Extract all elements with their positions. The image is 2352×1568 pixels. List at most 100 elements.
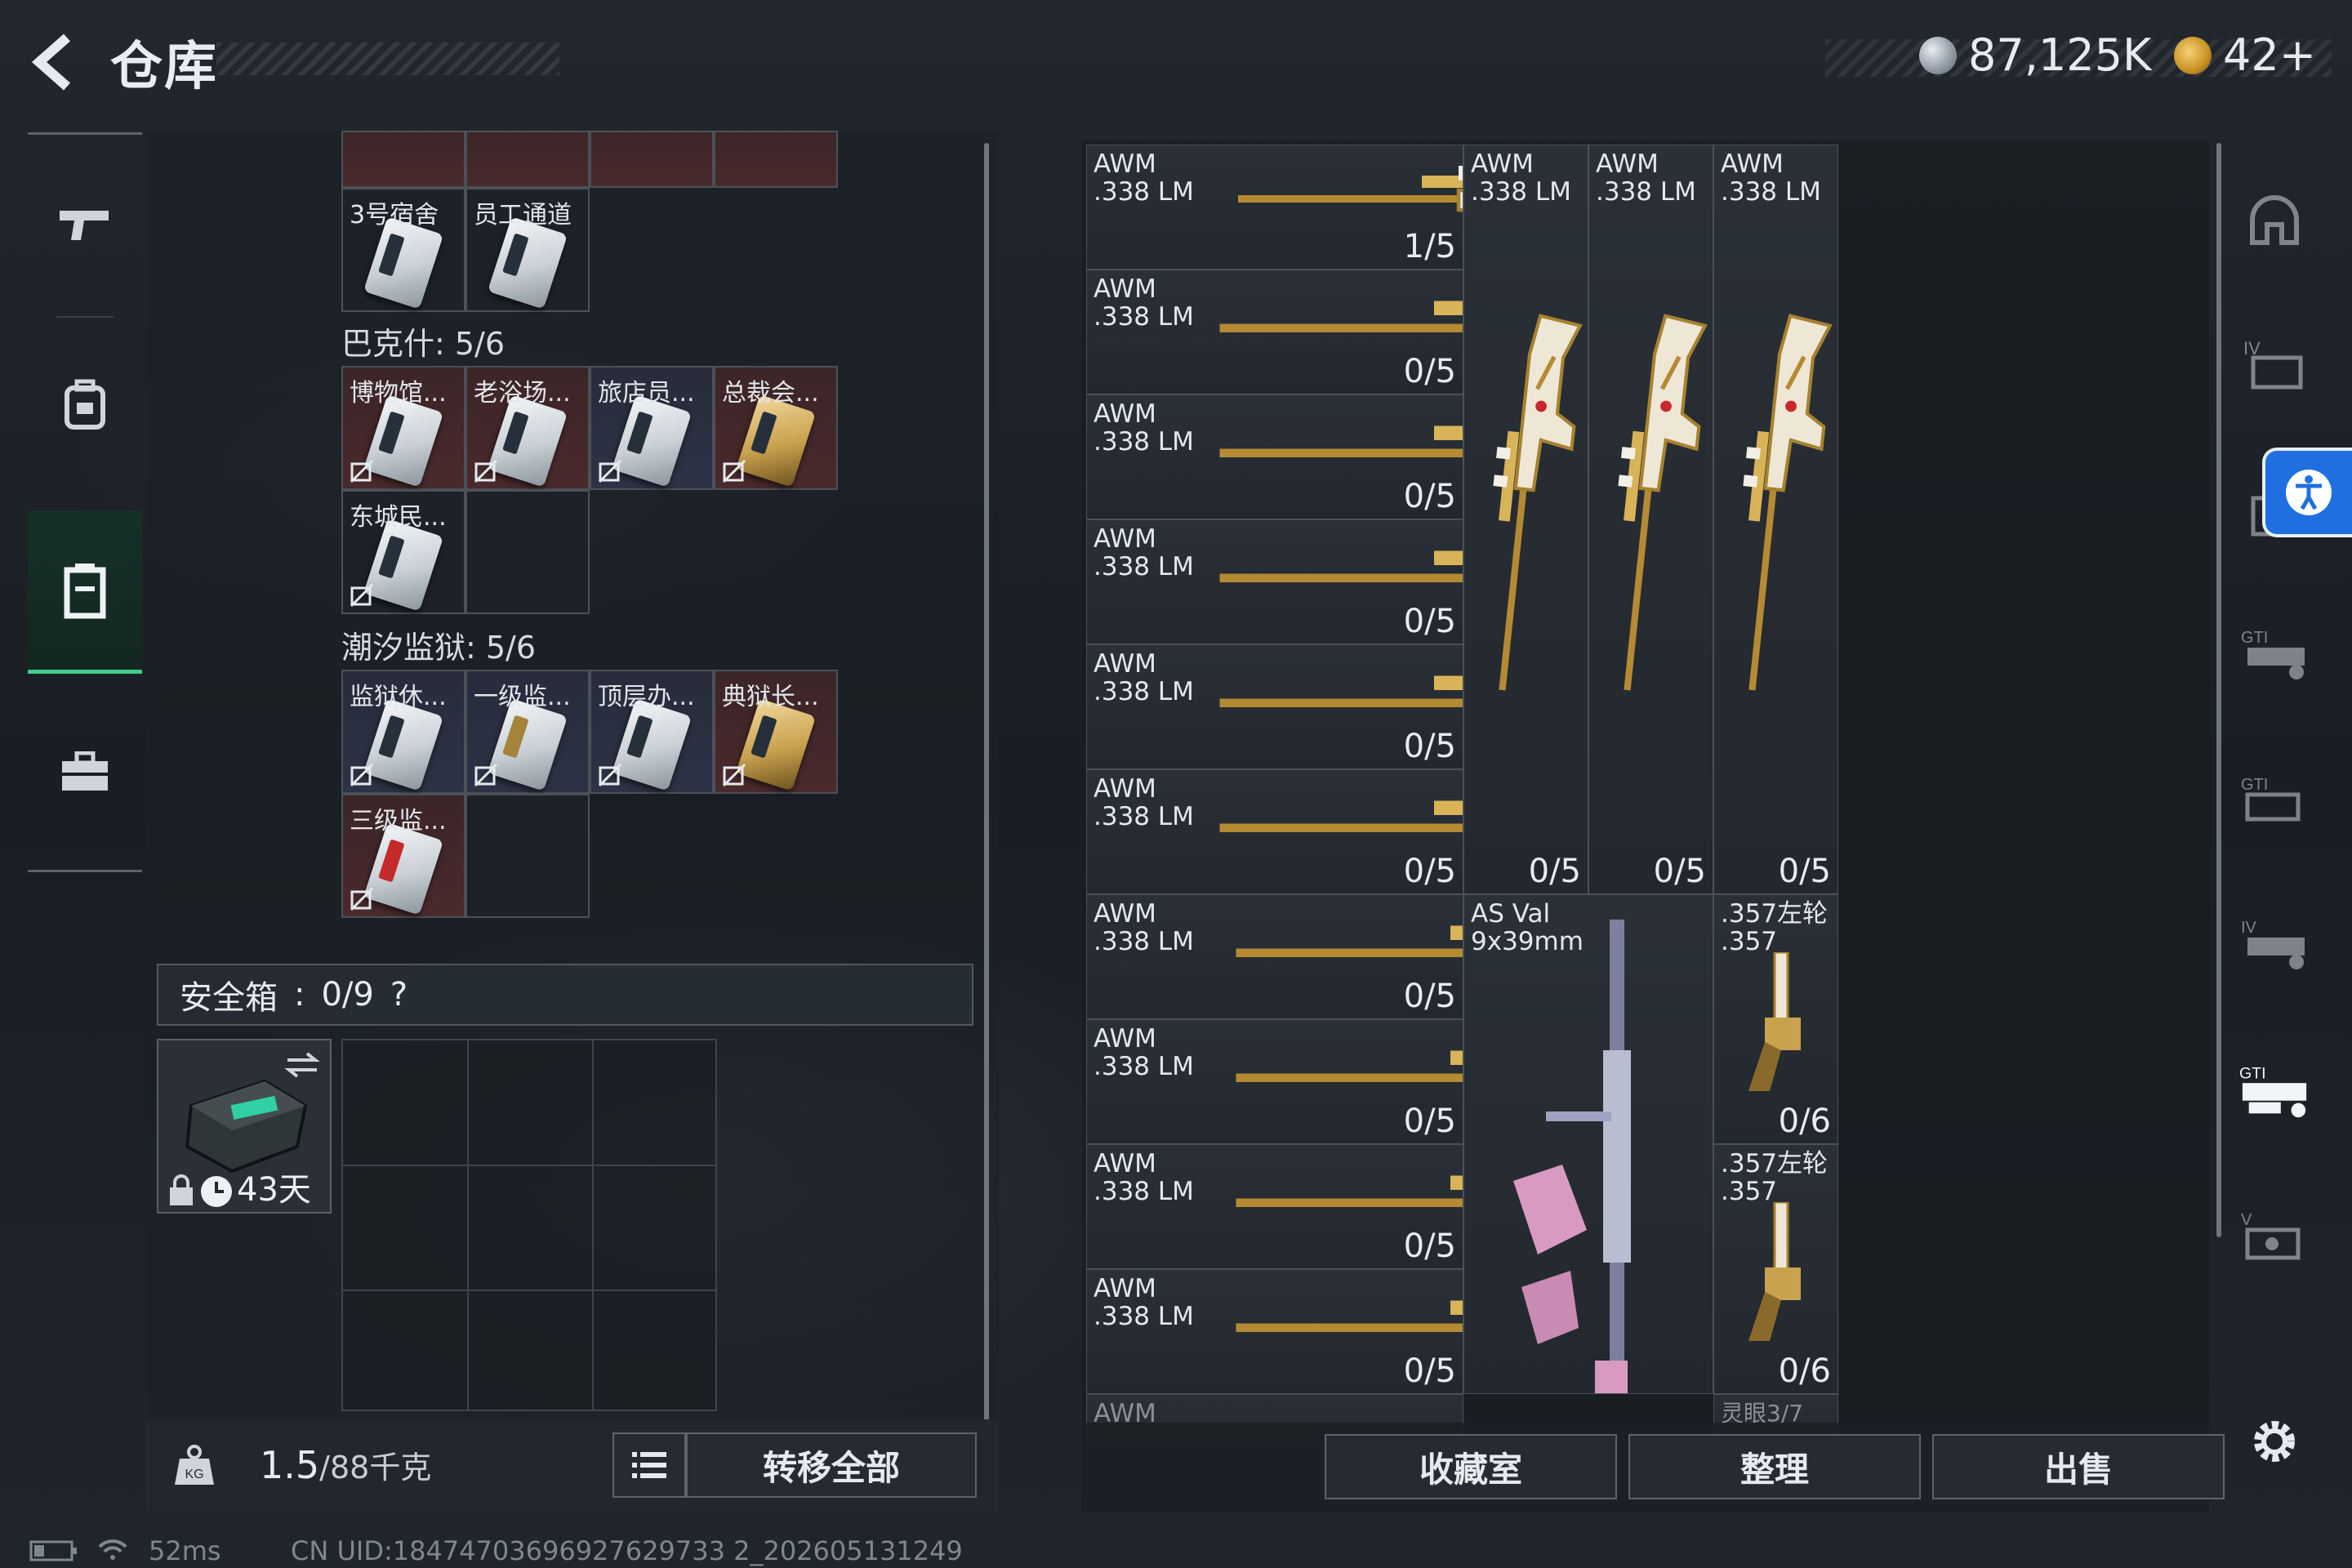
key-slot[interactable]	[714, 131, 838, 188]
tab-vest-v[interactable]: V	[2238, 1200, 2311, 1274]
stash-item-awm-vertical[interactable]: AWM .338 LM 0/5	[1713, 145, 1838, 894]
help-icon[interactable]: ?	[390, 976, 408, 1013]
key-slot[interactable]: 总裁会...	[714, 366, 838, 490]
keycard-icon	[363, 519, 444, 612]
left-scrollbar[interactable]	[984, 143, 989, 1421]
key-slot[interactable]: 典狱长...	[714, 670, 838, 794]
title-decoration	[216, 42, 559, 75]
key-label: 顶层办...	[598, 683, 695, 711]
coin-icon	[1919, 36, 1957, 74]
key-slot-dorm3[interactable]: 3号宿舍	[341, 188, 466, 312]
stash-item-awm[interactable]: AWM .338 LM 0/5	[1086, 394, 1463, 519]
no-durability-icon	[598, 459, 622, 483]
weapon-name: AWM .338 LM	[1094, 1024, 1194, 1081]
nav-backpack[interactable]	[28, 323, 142, 486]
stash-item-awm[interactable]: AWM .338 LM 1/5	[1086, 145, 1463, 270]
empty-key-slot[interactable]	[466, 490, 590, 614]
settings-gear-icon[interactable]	[2246, 1413, 2303, 1470]
key-slot[interactable]: 老浴场...	[466, 366, 590, 490]
stash-item-as-val[interactable]: AS Val 9x39mm	[1463, 894, 1713, 1394]
weapon-name: AWM .338 LM	[1094, 649, 1194, 706]
hafu-coin-display[interactable]: 87,125K	[1919, 29, 2151, 81]
key-slot[interactable]	[590, 131, 714, 188]
stash-item-revolver-357[interactable]: .357左轮 .357 0/6	[1713, 894, 1838, 1144]
keycard-icon	[363, 394, 444, 488]
key-slot-staff-passage[interactable]: 员工通道	[466, 188, 590, 312]
key-slot[interactable]: 东城民...	[341, 490, 466, 614]
stash-item-awm[interactable]: AWM .338 LM 0/5	[1086, 894, 1463, 1019]
as-val-rifle-icon	[1513, 920, 1631, 1393]
stash-item-awm[interactable]: AWM .338 LM 0/5	[1086, 644, 1463, 769]
key-slot[interactable]: 旅店员...	[590, 366, 714, 490]
left-nav	[28, 132, 142, 872]
safe-box-header: 安全箱: 0/9 ?	[157, 964, 973, 1026]
stash-item-awm[interactable]: AWM .338 LM 0/5	[1086, 519, 1463, 644]
stack-count: 0/5	[1403, 1227, 1456, 1265]
battery-icon	[29, 1540, 77, 1561]
key-slot[interactable]: 一级监...	[466, 670, 590, 794]
nav-containers[interactable]	[28, 510, 142, 674]
page-title: 仓库	[110, 37, 218, 97]
tab-vest-gti-active[interactable]: GTI	[2238, 1054, 2311, 1127]
tab-helmet[interactable]	[2238, 184, 2311, 257]
stash-item-awm[interactable]: AWM .338 LM 0/5	[1086, 1019, 1463, 1144]
tab-vest-iv[interactable]: IV	[2238, 906, 2311, 980]
key-label: 一级监...	[474, 683, 571, 711]
empty-key-slot[interactable]	[466, 794, 590, 918]
collection-room-button[interactable]: 收藏室	[1325, 1434, 1617, 1499]
accessibility-button[interactable]	[2262, 448, 2352, 537]
briefcase-icon	[62, 751, 108, 791]
list-view-button[interactable]	[612, 1432, 686, 1498]
svg-text:IV: IV	[2241, 919, 2257, 937]
weapon-name: AWM .338 LM	[1094, 149, 1194, 207]
no-durability-icon	[474, 763, 498, 787]
weight-icon: KG	[175, 1445, 214, 1485]
gun-icon	[60, 211, 109, 240]
stash-item-awm-vertical[interactable]: AWM .338 LM 0/5	[1588, 145, 1713, 894]
nav-briefcase[interactable]	[28, 690, 142, 853]
stash-scrollbar[interactable]	[2216, 143, 2221, 1237]
awm-rifle-icon	[1618, 314, 1708, 691]
ticket-amount: 42+	[2223, 29, 2316, 81]
revolver-icon	[1748, 952, 1801, 1091]
safe-box-item[interactable]: 43天	[157, 1039, 332, 1214]
key-slot[interactable]: 博物馆...	[341, 366, 466, 490]
key-slot[interactable]	[341, 131, 466, 188]
stack-count: 0/6	[1778, 1352, 1831, 1390]
safe-label: 安全箱	[180, 979, 278, 1017]
sort-button[interactable]: 整理	[1628, 1434, 1921, 1499]
stash-item-awm-vertical[interactable]: AWM .338 LM 0/5	[1463, 145, 1588, 894]
weapon-name: AWM .338 LM	[1471, 149, 1571, 207]
key-label: 员工通道	[474, 201, 572, 229]
transfer-all-button[interactable]: 转移全部	[686, 1432, 977, 1498]
stash-item-revolver-357[interactable]: .357左轮 .357 0/6	[1713, 1144, 1838, 1394]
nav-weapons[interactable]	[28, 143, 142, 306]
no-durability-icon	[474, 459, 498, 483]
accessibility-icon	[2286, 470, 2332, 515]
key-label: 总裁会...	[722, 379, 819, 408]
stash-item-awm[interactable]: AWM .338 LM 0/5	[1086, 1269, 1463, 1394]
safe-box-grid[interactable]	[341, 1039, 717, 1411]
list-icon	[632, 1452, 666, 1478]
tab-armor-iv[interactable]: IV	[2238, 327, 2311, 400]
stack-count: 0/5	[1403, 853, 1456, 890]
stack-count: 1/5	[1403, 228, 1456, 265]
keycard-icon	[611, 394, 693, 488]
key-slot[interactable]: 顶层办...	[590, 670, 714, 794]
stash-item-awm[interactable]: AWM .338 LM 0/5	[1086, 1144, 1463, 1269]
weapon-name: AWM .338 LM	[1596, 149, 1696, 207]
ticket-display[interactable]: 42+	[2174, 29, 2316, 81]
key-slot[interactable]: 三级监...	[341, 794, 466, 918]
rental-days: 43天	[237, 1171, 311, 1209]
stash-item-awm[interactable]: AWM .338 LM 0/5	[1086, 270, 1463, 394]
tab-vest-gti[interactable]: GTI	[2238, 617, 2311, 690]
stash-item-awm[interactable]: AWM .338 LM 0/5	[1086, 769, 1463, 894]
no-durability-icon	[350, 763, 374, 787]
back-arrow-icon[interactable]	[24, 29, 90, 95]
key-slot[interactable]	[466, 131, 590, 188]
tab-vest-gti-2[interactable]: GTI	[2238, 764, 2311, 837]
sell-button[interactable]: 出售	[1932, 1434, 2225, 1499]
key-slot[interactable]: 监狱休...	[341, 670, 466, 794]
no-durability-icon	[598, 763, 622, 787]
swap-icon[interactable]	[284, 1050, 320, 1080]
